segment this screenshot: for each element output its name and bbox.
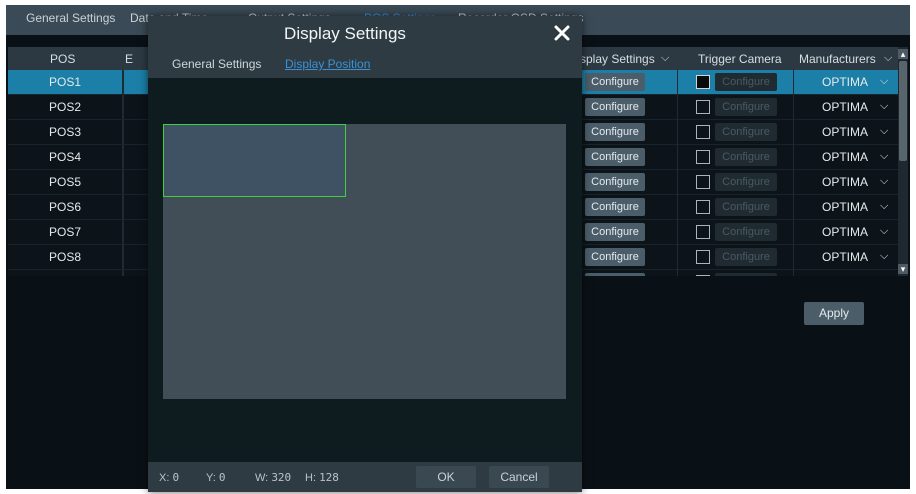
display-configure-button[interactable]: Configure (585, 123, 645, 141)
chevron-down-icon[interactable]: ⌵ (880, 100, 888, 113)
column-divider (793, 70, 794, 276)
chevron-down-icon[interactable]: ⌵ (880, 75, 888, 88)
tab-dialog-general-settings[interactable]: General Settings (172, 57, 261, 71)
trigger-configure-button[interactable]: Configure (715, 223, 777, 241)
chevron-down-icon[interactable]: ⌵ (880, 200, 888, 213)
chevron-down-icon[interactable]: ⌵ (880, 175, 888, 188)
trigger-configure-button[interactable]: Configure (715, 98, 777, 116)
display-configure-button[interactable]: Configure (585, 98, 645, 116)
display-configure-button[interactable]: Configure (585, 223, 645, 241)
close-icon[interactable] (551, 22, 573, 44)
trigger-camera-checkbox[interactable] (696, 200, 710, 214)
display-configure-button[interactable]: Configure (585, 248, 645, 266)
scrollbar-thumb[interactable] (899, 61, 907, 161)
display-configure-button[interactable]: Configure (585, 173, 645, 191)
trigger-configure-button[interactable]: Configure (715, 73, 777, 91)
chevron-down-icon[interactable]: ⌵ (880, 250, 888, 263)
manufacturer-select[interactable]: OPTIMA (816, 95, 874, 119)
trigger-configure-button[interactable]: Configure (715, 198, 777, 216)
header-enable: E (125, 52, 134, 66)
pos-name-cell: POS5 (8, 170, 123, 194)
pos-name-cell: POS3 (8, 120, 123, 144)
trigger-camera-checkbox[interactable] (696, 150, 710, 164)
pos-name-cell: POS2 (8, 95, 123, 119)
width-value: W: 320 (255, 471, 292, 484)
height-value: H: 128 (305, 471, 339, 484)
header-display-settings: splay Settings (580, 52, 655, 66)
trigger-camera-checkbox[interactable] (696, 225, 710, 239)
manufacturer-select[interactable]: OPTIMA (816, 195, 874, 219)
pos-name-cell: POS9 (8, 270, 123, 276)
trigger-camera-checkbox[interactable] (696, 275, 710, 276)
pos-name-cell: POS6 (8, 195, 123, 219)
trigger-camera-checkbox[interactable] (696, 125, 710, 139)
dialog-footer: X: 0 Y: 0 W: 320 H: 128 OK Cancel (148, 462, 582, 492)
display-position-panel (148, 78, 582, 462)
trigger-camera-checkbox[interactable] (696, 100, 710, 114)
column-divider (677, 70, 678, 276)
scroll-up-icon[interactable]: ▴ (898, 49, 908, 59)
display-configure-button[interactable]: Configure (585, 148, 645, 166)
manufacturer-select[interactable]: OPTIMA (816, 245, 874, 269)
column-divider (123, 70, 124, 276)
dialog-tab-bar: General Settings Display Position (148, 52, 582, 78)
display-preview-canvas[interactable] (163, 124, 566, 399)
trigger-configure-button[interactable]: Configure (715, 248, 777, 266)
chevron-down-icon[interactable]: ⌵ (884, 52, 892, 65)
display-configure-button[interactable]: Configure (585, 198, 645, 216)
manufacturer-select[interactable]: OPTIMA (816, 270, 874, 276)
trigger-configure-button[interactable]: Configure (715, 173, 777, 191)
trigger-configure-button[interactable]: Configure (715, 273, 777, 276)
table-scrollbar[interactable]: ▴ ▾ (898, 47, 908, 276)
ok-button[interactable]: OK (416, 466, 476, 488)
scroll-down-icon[interactable]: ▾ (898, 264, 908, 274)
manufacturer-select[interactable]: OPTIMA (816, 170, 874, 194)
trigger-configure-button[interactable]: Configure (715, 148, 777, 166)
display-configure-button[interactable]: Configure (585, 73, 645, 91)
pos-name-cell: POS8 (8, 245, 123, 269)
trigger-camera-checkbox[interactable] (696, 250, 710, 264)
display-settings-dialog: Display Settings General Settings Displa… (148, 16, 582, 492)
chevron-down-icon[interactable]: ⌵ (661, 52, 669, 65)
chevron-down-icon[interactable]: ⌵ (880, 125, 888, 138)
dialog-title-bar[interactable]: Display Settings (148, 16, 582, 52)
osd-position-rectangle[interactable] (163, 124, 346, 197)
manufacturer-select[interactable]: OPTIMA (816, 220, 874, 244)
chevron-down-icon[interactable]: ⌵ (880, 225, 888, 238)
manufacturer-select[interactable]: OPTIMA (816, 145, 874, 169)
chevron-down-icon[interactable]: ⌵ (880, 150, 888, 163)
display-configure-button[interactable]: Configure (585, 273, 645, 276)
manufacturer-select[interactable]: OPTIMA (816, 120, 874, 144)
trigger-camera-checkbox[interactable] (696, 75, 710, 89)
apply-button[interactable]: Apply (804, 302, 864, 325)
header-trigger-camera: Trigger Camera (698, 52, 782, 66)
trigger-configure-button[interactable]: Configure (715, 123, 777, 141)
pos-name-cell: POS1 (8, 70, 123, 94)
manufacturer-select[interactable]: OPTIMA (816, 70, 874, 94)
header-manufacturers: Manufacturers (799, 52, 876, 66)
pos-name-cell: POS7 (8, 220, 123, 244)
pos-name-cell: POS4 (8, 145, 123, 169)
tab-display-position[interactable]: Display Position (285, 57, 370, 71)
trigger-camera-checkbox[interactable] (696, 175, 710, 189)
x-coordinate: X: 0 (159, 471, 180, 484)
dialog-title: Display Settings (284, 24, 406, 43)
header-pos: POS (50, 52, 76, 66)
chevron-down-icon[interactable]: ⌵ (880, 275, 888, 276)
cancel-button[interactable]: Cancel (489, 466, 549, 488)
y-coordinate: Y: 0 (206, 471, 226, 484)
tab-general-settings[interactable]: General Settings (26, 11, 115, 25)
